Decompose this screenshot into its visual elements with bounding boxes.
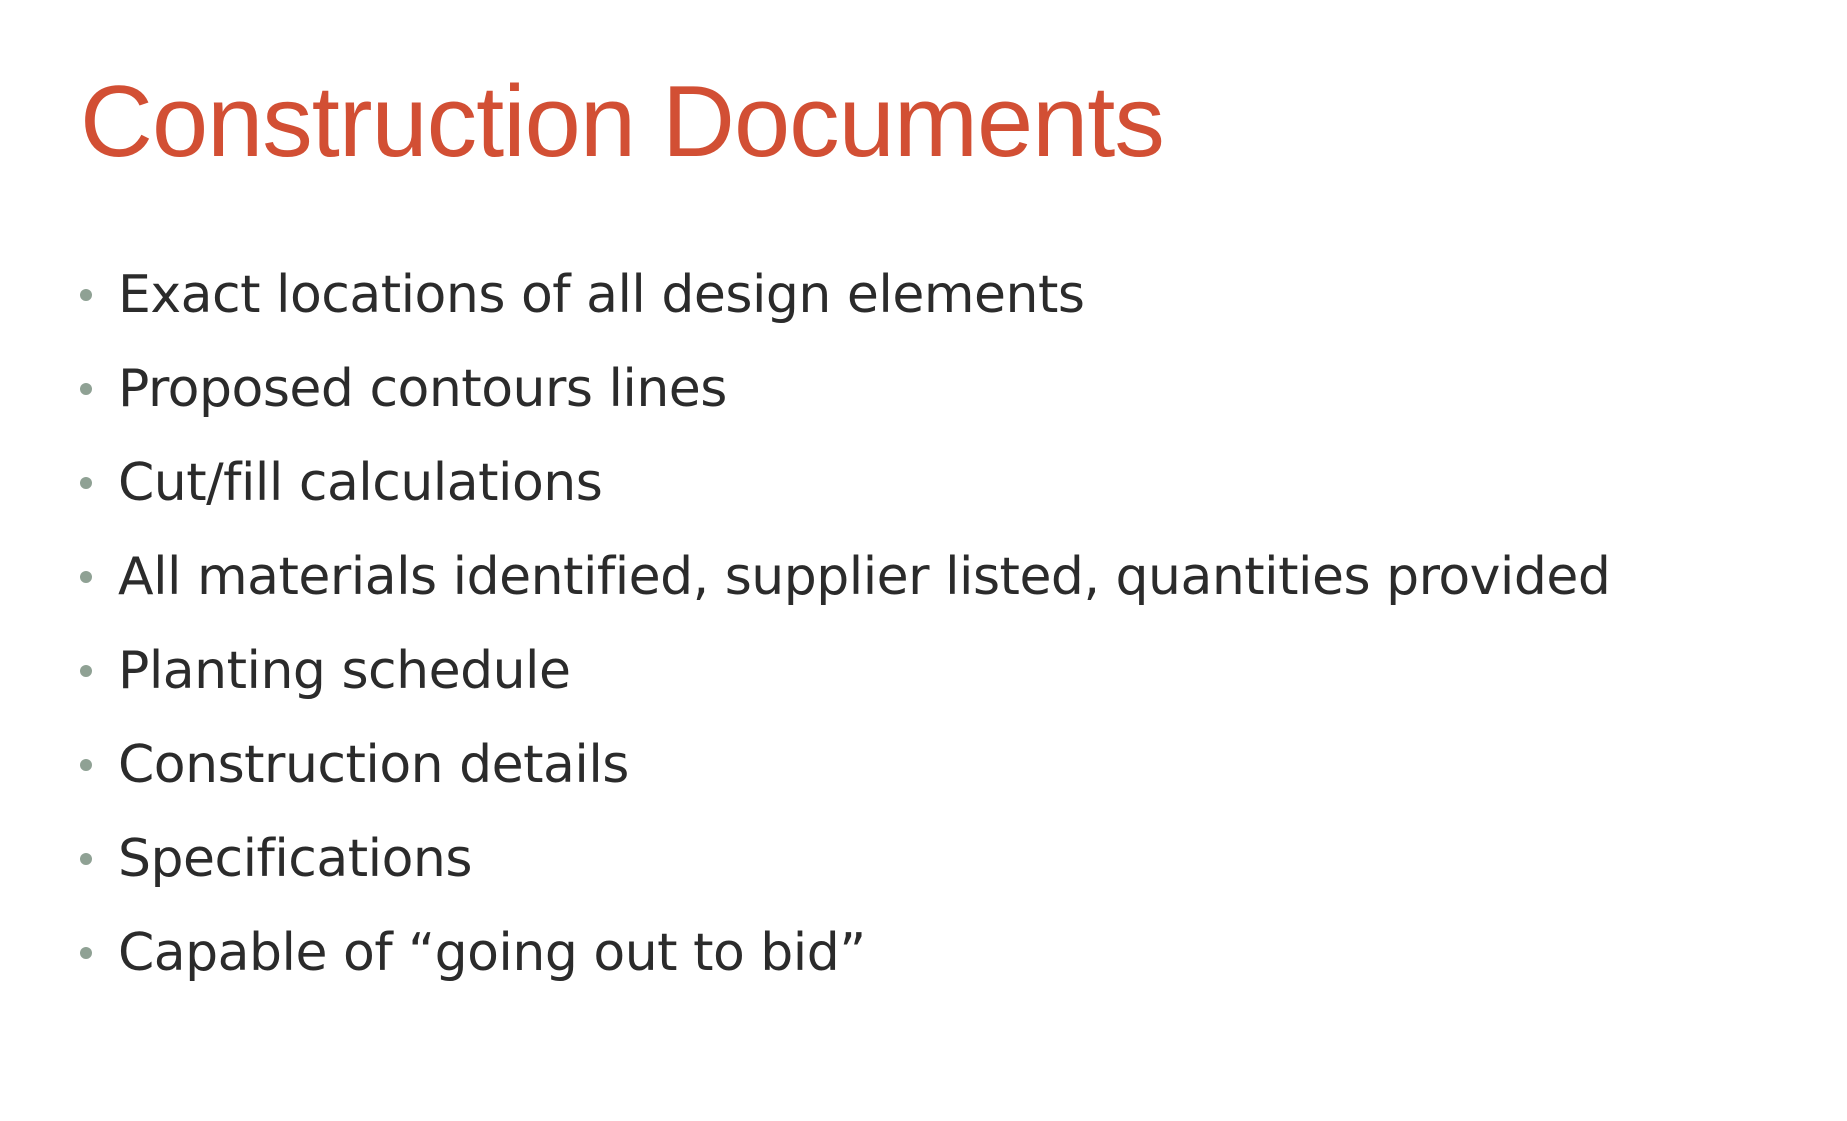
bullet-dot-icon (80, 289, 92, 301)
bullet-item: All materials identified, supplier liste… (80, 530, 1611, 624)
bullet-dot-icon (80, 383, 92, 395)
bullet-item: Proposed contours lines (80, 342, 1610, 436)
bullet-text: Capable of “going out to bid” (118, 923, 866, 983)
bullet-text: Specifications (118, 829, 472, 889)
bullet-dot-icon (80, 665, 92, 677)
bullet-text: Construction details (118, 735, 629, 795)
bullet-item: Planting schedule (80, 624, 1610, 718)
bullet-list: Exact locations of all design elements P… (80, 248, 1611, 1000)
slide: Construction Documents Exact locations o… (0, 0, 1847, 1121)
bullet-item: Capable of “going out to bid” (80, 906, 1610, 1000)
bullet-text: Proposed contours lines (118, 359, 727, 419)
bullet-item: Construction details (80, 718, 1610, 812)
bullet-text: Planting schedule (118, 641, 571, 701)
bullet-item: Specifications (80, 812, 1610, 906)
bullet-text: Cut/fill calculations (118, 453, 603, 513)
bullet-dot-icon (80, 947, 92, 959)
bullet-dot-icon (80, 759, 92, 771)
bullet-text: All materials identified, supplier liste… (118, 547, 1611, 607)
bullet-item: Cut/fill calculations (80, 436, 1610, 530)
bullet-item: Exact locations of all design elements (80, 248, 1610, 342)
bullet-dot-icon (80, 477, 92, 489)
bullet-dot-icon (80, 571, 92, 583)
bullet-dot-icon (80, 853, 92, 865)
slide-title: Construction Documents (80, 66, 1165, 178)
bullet-text: Exact locations of all design elements (118, 265, 1085, 325)
